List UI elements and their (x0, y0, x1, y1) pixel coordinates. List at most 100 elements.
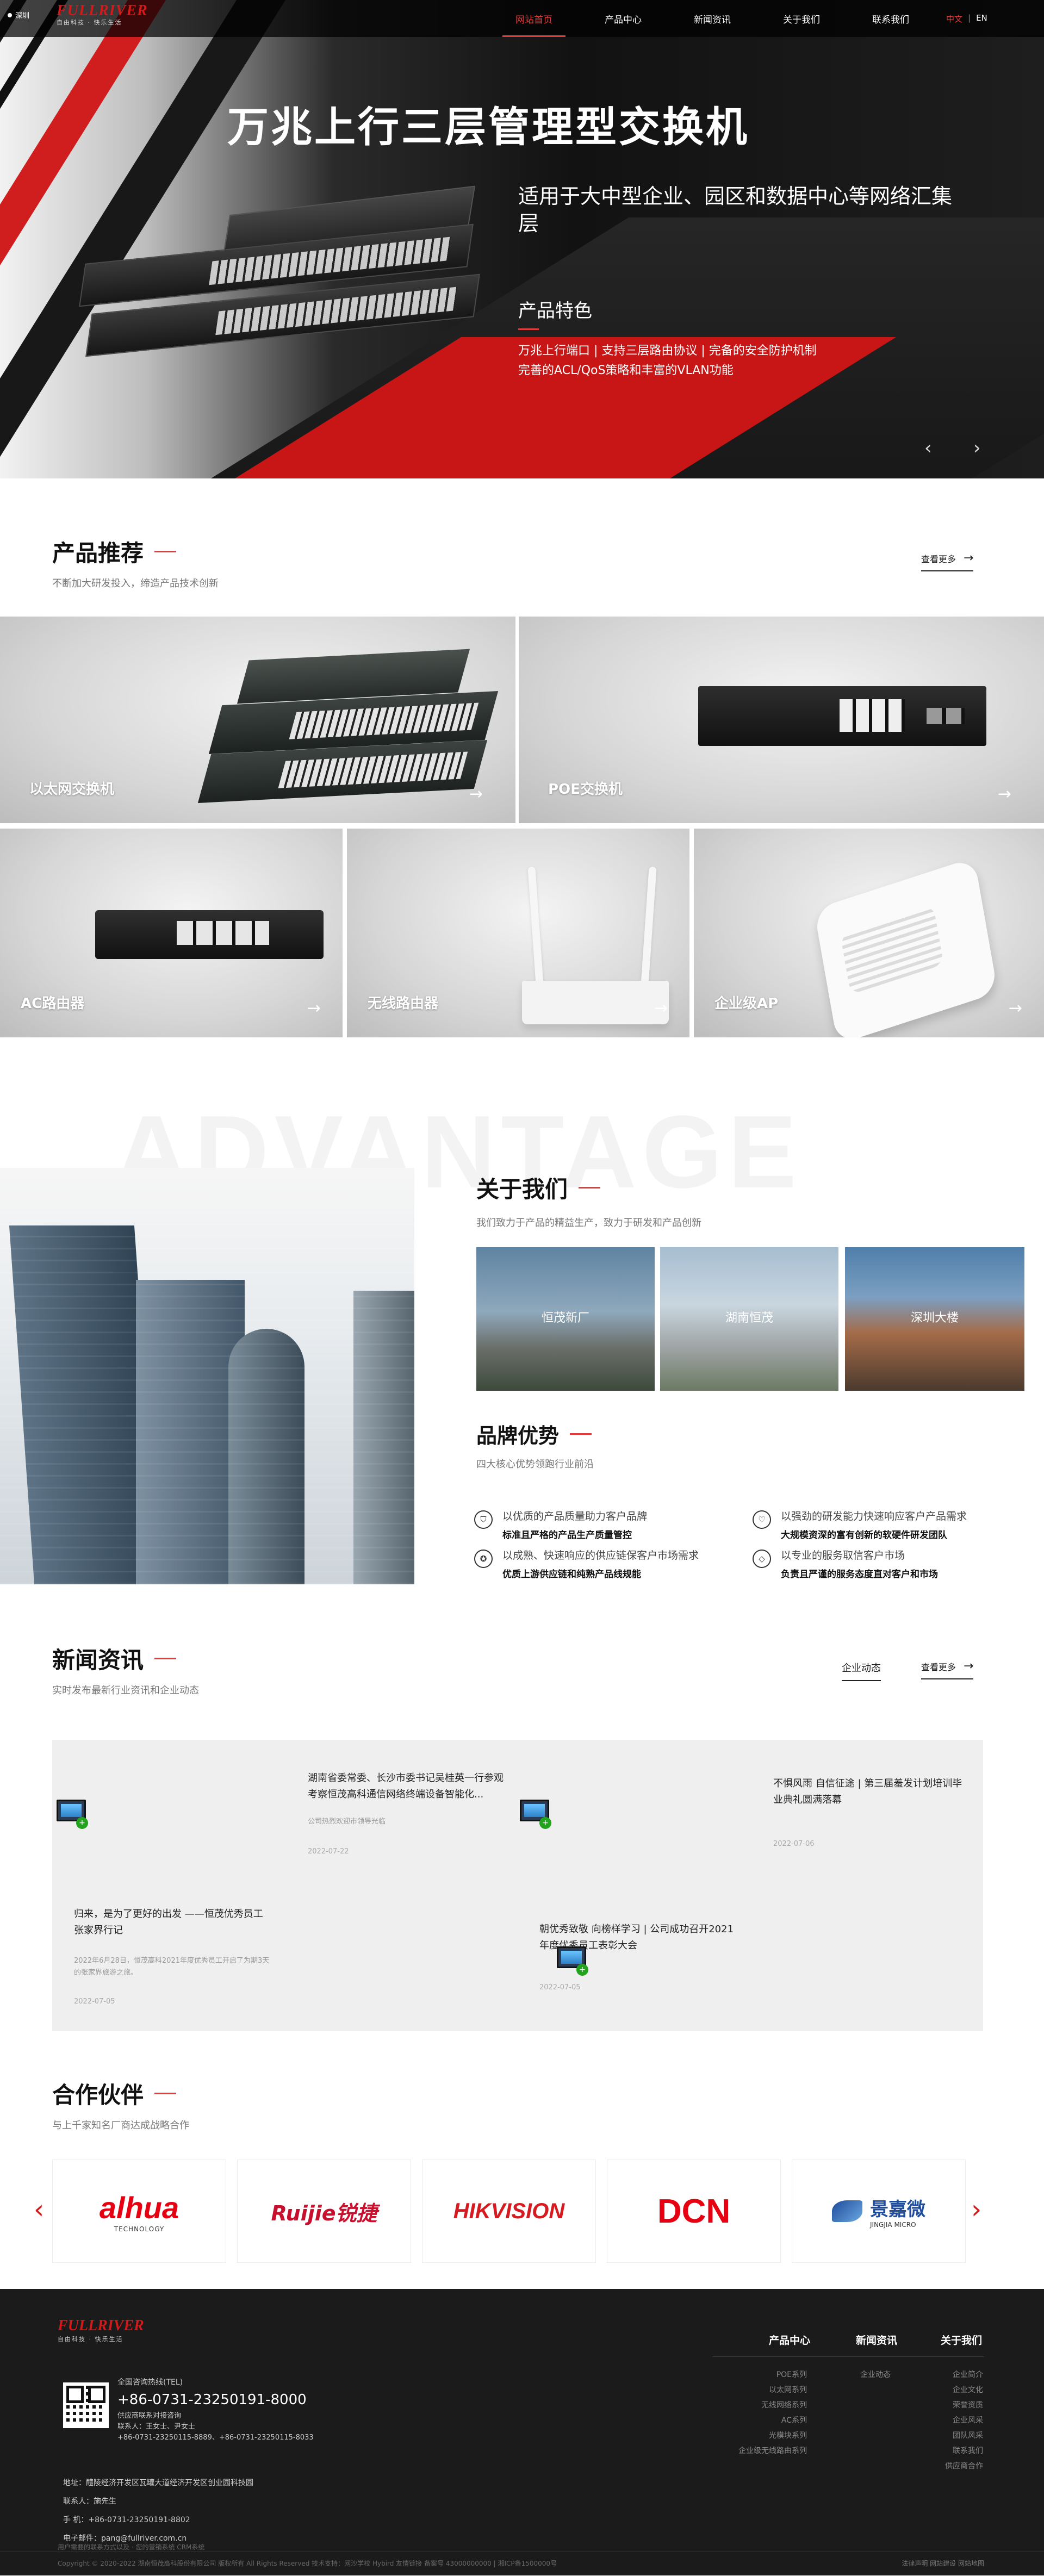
nav-contact[interactable]: 联系我们 (846, 0, 935, 37)
footer-col-title[interactable]: 关于我们 (941, 2332, 982, 2347)
news-item-title[interactable]: 归来，是为了更好的出发 ——恒茂优秀员工张家界行记 (74, 1906, 270, 1939)
footer-link[interactable]: 供应商合作 (945, 2459, 983, 2474)
product-name: 企业级AP (714, 995, 779, 1012)
partner-name: Ruijie锐捷 (271, 2201, 377, 2225)
footer-brand: FULLRIVER (58, 2317, 144, 2334)
news-item-title[interactable]: 不惧风雨 自信征途 | 第三届羞发计划培训毕业典礼圆满落幕 (773, 1776, 969, 1808)
partner-name: DCN (657, 2192, 731, 2230)
slider-prev-icon[interactable]: ‹ (924, 437, 932, 459)
footer-link[interactable]: 联系我们 (945, 2443, 983, 2459)
partner-sub: TECHNOLOGY (114, 2225, 165, 2233)
footer-link[interactable]: 光模块系列 (738, 2428, 807, 2443)
footer-link[interactable]: 荣誉资质 (945, 2398, 983, 2413)
partners-next-icon[interactable]: › (971, 2194, 981, 2225)
more-label: 查看更多 (921, 1662, 956, 1672)
footer-link[interactable]: AC系列 (738, 2413, 807, 2428)
footer-logo[interactable]: FULLRIVER 自由科技 · 快乐生活 (58, 2317, 144, 2343)
about-subtitle: 我们致力于产品的精益生产，致力于研发和产品创新 (476, 1217, 701, 1229)
product-card-poe[interactable]: POE交换机 → (519, 617, 1044, 823)
lang-separator: | (968, 13, 971, 23)
advantage-line: 以强劲的研发能力快速响应客户产品需求 (781, 1510, 967, 1522)
arrow-right-icon: → (964, 551, 974, 565)
partner-logo-ruijie[interactable]: Ruijie锐捷 (237, 2160, 411, 2263)
footer-bottom-links[interactable]: 法律声明 网站建设 网站地图 (902, 2559, 984, 2568)
partner-logo-dcn[interactable]: DCN (607, 2160, 781, 2263)
advantage-item: ♡ 以强劲的研发能力快速响应客户产品需求 大规模资深的富有创新的软硬件研发团队 (753, 1508, 967, 1541)
products-subtitle: 不断加大研发投入，缔造产品技术创新 (52, 578, 219, 589)
advantage-item: ⛉ 以优质的产品质量助力客户品牌 标准且严格的产品生产质量管控 (474, 1508, 647, 1541)
partner-logo-hikvision[interactable]: HIKVISION (422, 2160, 596, 2263)
product-card-enterprise-ap[interactable]: 企业级AP → (694, 829, 1044, 1037)
footer-top-links[interactable]: 用户需要的联系方式以及 · 您的营销系统 CRM系统 (58, 2542, 204, 2552)
about-image-hengmao-new-plant[interactable]: 恒茂新厂 (476, 1247, 655, 1391)
supply-contact: 联系人：王女士、尹女士 (117, 2423, 196, 2431)
news-title: 新闻资讯 (52, 1642, 199, 1675)
logo[interactable]: FULLRIVER 自由科技 · 快乐生活 (57, 2, 148, 27)
product-name: POE交换机 (548, 781, 623, 798)
news-more-button[interactable]: 查看更多 → (921, 1659, 974, 1679)
partner-name: 景嘉微 (870, 2198, 925, 2220)
partners-title: 合作伙伴 (52, 2077, 189, 2110)
supply-label: 供应商联系对接咨询 (117, 2412, 182, 2420)
about-image-shenzhen-building[interactable]: 深圳大楼 (845, 1247, 1024, 1391)
weather-city: 深圳 (15, 12, 30, 20)
advantage-line: 以成熟、快速响应的供应链保客户市场需求 (502, 1550, 699, 1561)
lang-en[interactable]: EN (976, 13, 987, 24)
footer-link[interactable]: 团队风采 (945, 2428, 983, 2443)
about-image-label: 恒茂新厂 (541, 1311, 589, 1325)
news-item-title[interactable]: 湖南省委常委、长沙市委书记吴桂英一行参观考察恒茂高科通信网络终端设备智能化... (308, 1770, 504, 1803)
about-header: 关于我们 我们致力于产品的精益生产，致力于研发和产品创新 (476, 1171, 701, 1229)
footer-link[interactable]: 企业风采 (945, 2413, 983, 2428)
city-skyline-image (0, 1168, 414, 1584)
footer-contact: 全国咨询热线(TEL) +86-0731-23250191-8000 供应商联系… (117, 2376, 314, 2443)
diamond-icon: ◇ (753, 1550, 771, 1568)
hero-subtitle: 适用于大中型企业、园区和数据中心等网络汇集层 (518, 184, 953, 235)
footer-link[interactable]: 无线网络系列 (738, 2398, 807, 2413)
products-more-button[interactable]: 查看更多 → (921, 551, 974, 571)
hero-title: 万兆上行三层管理型交换机 (227, 103, 749, 151)
footer-link[interactable]: 企业级无线路由系列 (738, 2443, 807, 2459)
footer-divider (712, 2356, 984, 2357)
slider-next-icon[interactable]: › (973, 437, 981, 459)
partner-logo-dahua[interactable]: alhua TECHNOLOGY (52, 2160, 226, 2263)
partner-logo-jingjia[interactable]: 景嘉微 JINGJIA MICRO (792, 2160, 966, 2263)
news-item-date: 2022-07-06 (773, 1840, 815, 1848)
advantage-highlight: 优质上游供应链和纯熟产品线规能 (502, 1569, 641, 1580)
qr-code-icon (63, 2382, 109, 2428)
more-label: 查看更多 (921, 553, 956, 564)
footer-link[interactable]: POE系列 (738, 2367, 807, 2382)
partners-header: 合作伙伴 与上千家知名厂商达成战略合作 (52, 2077, 189, 2132)
logo-brand: FULLRIVER (57, 2, 148, 19)
product-name: 以太网交换机 (29, 781, 115, 798)
news-item-date: 2022-07-05 (539, 1983, 581, 1992)
news-item-date: 2022-07-05 (74, 1998, 115, 2006)
language-switch: 中文 | EN (946, 13, 987, 24)
lang-cn[interactable]: 中文 (946, 13, 962, 24)
partner-name: alhua (99, 2190, 179, 2225)
tab-company-news[interactable]: 企业动态 (842, 1660, 881, 1681)
product-card-ethernet[interactable]: 以太网交换机 → (0, 617, 515, 823)
hotline-label: 全国咨询热线(TEL) (117, 2378, 183, 2387)
footer-link[interactable]: 以太网系列 (738, 2382, 807, 2398)
about-image-hunan-hengmao[interactable]: 湖南恒茂 (660, 1247, 838, 1391)
news-item-date: 2022-07-22 (308, 1847, 349, 1856)
advantage-line: 以专业的服务取信客户市场 (781, 1550, 905, 1561)
nav-home[interactable]: 网站首页 (489, 0, 579, 37)
footer-slogan: 自由科技 · 快乐生活 (58, 2336, 123, 2343)
footer-link[interactable]: 企业文化 (945, 2382, 983, 2398)
footer-link[interactable]: 企业简介 (945, 2367, 983, 2382)
partners-prev-icon[interactable]: ‹ (34, 2194, 44, 2225)
about-title: 关于我们 (476, 1171, 701, 1204)
hotline-number[interactable]: +86-0731-23250191-8000 (117, 2389, 314, 2411)
nav-about[interactable]: 关于我们 (757, 0, 846, 37)
brand-header: 品牌优势 四大核心优势领跑行业前沿 (476, 1419, 594, 1471)
product-card-wireless-router[interactable]: 无线路由器 → (347, 829, 689, 1037)
footer-col-title[interactable]: 产品中心 (769, 2332, 810, 2347)
footer-link[interactable]: 企业动态 (860, 2367, 891, 2382)
nav-news[interactable]: 新闻资讯 (668, 0, 757, 37)
nav-products[interactable]: 产品中心 (579, 0, 668, 37)
weather-widget[interactable]: 深圳 (8, 10, 29, 20)
news-thumbnail-icon: + (520, 1800, 551, 1829)
product-card-ac-router[interactable]: AC路由器 → (0, 829, 343, 1037)
footer-col-title[interactable]: 新闻资讯 (856, 2332, 897, 2347)
